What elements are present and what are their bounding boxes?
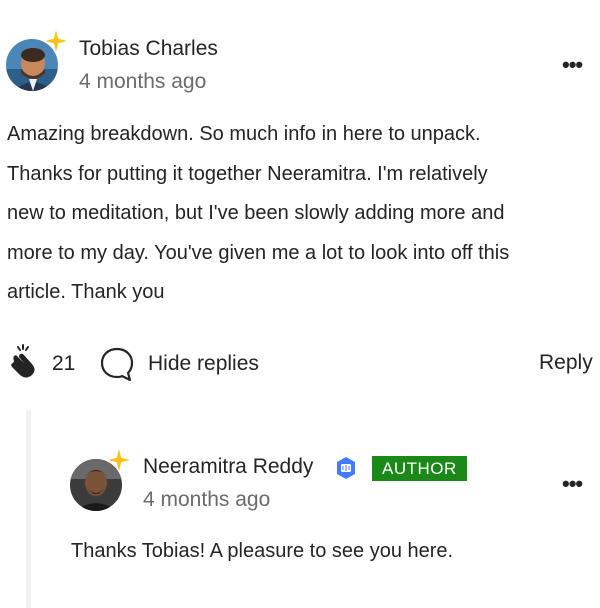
clap-button[interactable] <box>8 343 42 379</box>
comment-text-line: more to my day. You've given me a lot to… <box>7 241 510 264</box>
verified-badge-icon <box>337 457 355 479</box>
hide-replies-button[interactable]: Hide replies <box>100 346 280 382</box>
comment-body: Amazing breakdown. So much info in here … <box>7 115 597 313</box>
clap-count: 21 <box>52 352 76 375</box>
comment-text-line: Amazing breakdown. So much info in here … <box>7 123 481 145</box>
comment-text-line: new to meditation, but I've been slowly … <box>7 202 505 224</box>
speech-bubble-icon <box>100 347 134 382</box>
comment-text-line: Thanks for putting it together Neeramitr… <box>7 162 488 185</box>
comment-author-name[interactable]: Tobias Charles <box>79 37 218 61</box>
more-options-button[interactable]: ••• <box>562 52 583 78</box>
reply-author-name[interactable]: Neeramitra Reddy <box>143 455 313 479</box>
comment-text-line: article. Thank you <box>7 281 165 303</box>
more-options-button[interactable]: ••• <box>562 471 583 497</box>
reply-timestamp: 4 months ago <box>143 488 271 511</box>
author-badge: AUTHOR <box>372 456 467 481</box>
clap-icon <box>11 344 35 378</box>
comment-timestamp: 4 months ago <box>79 70 207 93</box>
star-icon <box>45 30 67 52</box>
star-icon <box>108 449 130 471</box>
thread-line <box>26 410 31 608</box>
reply-button[interactable]: Reply <box>539 351 593 375</box>
reply-body: Thanks Tobias! A pleasure to see you her… <box>71 540 454 562</box>
hide-replies-label: Hide replies <box>148 352 259 375</box>
